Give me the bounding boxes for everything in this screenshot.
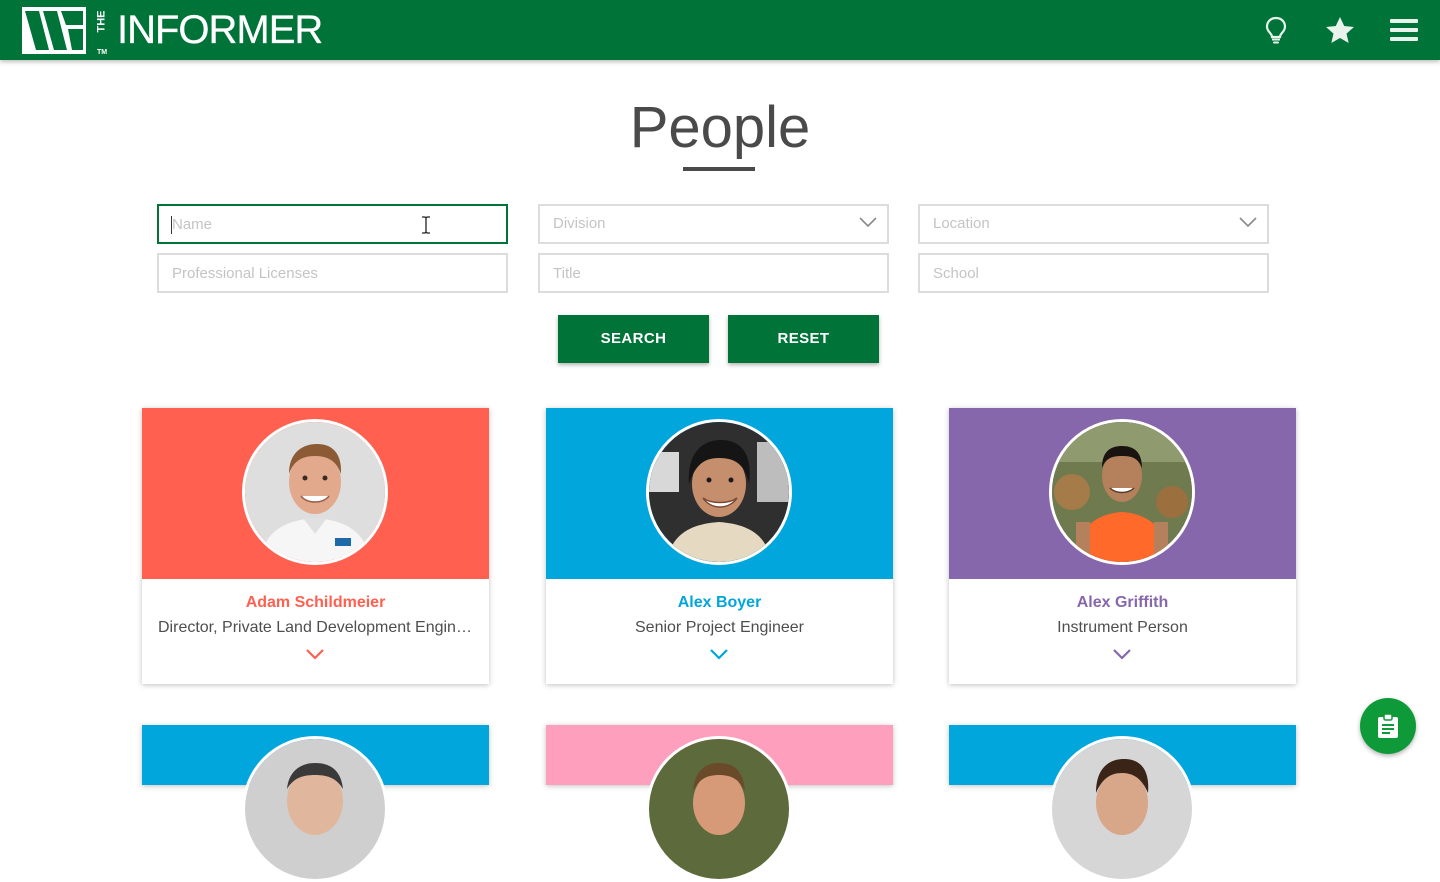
name-input[interactable] bbox=[159, 206, 506, 242]
person-card[interactable] bbox=[949, 725, 1296, 882]
division-select[interactable]: Division bbox=[538, 204, 889, 244]
person-card[interactable]: Alex Boyer Senior Project Engineer bbox=[546, 408, 893, 684]
logo-text: INFORMER bbox=[117, 8, 324, 52]
title-underline bbox=[683, 167, 755, 171]
person-title: Instrument Person bbox=[1057, 619, 1188, 636]
chevron-down-icon bbox=[859, 217, 877, 228]
licenses-input[interactable] bbox=[159, 255, 506, 291]
licenses-field[interactable] bbox=[157, 253, 508, 293]
name-field[interactable] bbox=[157, 204, 508, 244]
person-photo bbox=[1049, 736, 1195, 882]
card-banner bbox=[142, 408, 489, 579]
card-banner bbox=[546, 408, 893, 579]
person-photo bbox=[242, 419, 388, 565]
card-banner bbox=[949, 408, 1296, 579]
person-photo bbox=[646, 736, 792, 882]
logo-the: THE TM bbox=[95, 10, 108, 57]
logo-w-mark bbox=[22, 6, 86, 54]
school-field[interactable] bbox=[918, 253, 1269, 293]
card-banner bbox=[142, 725, 489, 882]
text-cursor-icon bbox=[422, 216, 430, 234]
reset-button[interactable]: RESET bbox=[728, 315, 879, 363]
card-banner bbox=[546, 725, 893, 882]
informer-logo[interactable]: THE TM INFORMER bbox=[22, 6, 323, 56]
person-name[interactable]: Alex Griffith bbox=[949, 594, 1296, 612]
search-button[interactable]: SEARCH bbox=[558, 315, 709, 363]
person-title: Director, Private Land Development Engin… bbox=[158, 619, 473, 636]
person-name[interactable]: Alex Boyer bbox=[546, 594, 893, 612]
person-card[interactable]: Alex Griffith Instrument Person bbox=[949, 408, 1296, 684]
chevron-down-icon[interactable] bbox=[1112, 648, 1132, 660]
person-photo bbox=[242, 736, 388, 882]
person-card[interactable] bbox=[142, 725, 489, 882]
text-caret bbox=[171, 216, 172, 234]
chevron-down-icon[interactable] bbox=[709, 648, 729, 660]
clipboard-fab-button[interactable] bbox=[1360, 698, 1416, 754]
chevron-down-icon bbox=[1239, 217, 1257, 228]
school-input[interactable] bbox=[920, 255, 1267, 291]
location-select[interactable]: Location bbox=[918, 204, 1269, 244]
title-input[interactable] bbox=[540, 255, 887, 291]
division-placeholder: Division bbox=[553, 215, 606, 232]
star-icon[interactable] bbox=[1322, 12, 1358, 48]
chevron-down-icon[interactable] bbox=[305, 648, 325, 660]
page-title: People bbox=[629, 95, 811, 160]
person-photo bbox=[646, 419, 792, 565]
card-banner bbox=[949, 725, 1296, 882]
person-name[interactable]: Adam Schildmeier bbox=[142, 594, 489, 612]
top-navbar: THE TM INFORMER bbox=[0, 0, 1440, 60]
lightbulb-icon[interactable] bbox=[1258, 12, 1294, 48]
person-title: Senior Project Engineer bbox=[635, 619, 804, 636]
person-card[interactable]: Adam Schildmeier Director, Private Land … bbox=[142, 408, 489, 684]
title-field[interactable] bbox=[538, 253, 889, 293]
menu-icon[interactable] bbox=[1386, 12, 1422, 48]
location-placeholder: Location bbox=[933, 215, 990, 232]
person-card[interactable] bbox=[546, 725, 893, 882]
clipboard-icon bbox=[1378, 713, 1398, 738]
person-photo bbox=[1049, 419, 1195, 565]
